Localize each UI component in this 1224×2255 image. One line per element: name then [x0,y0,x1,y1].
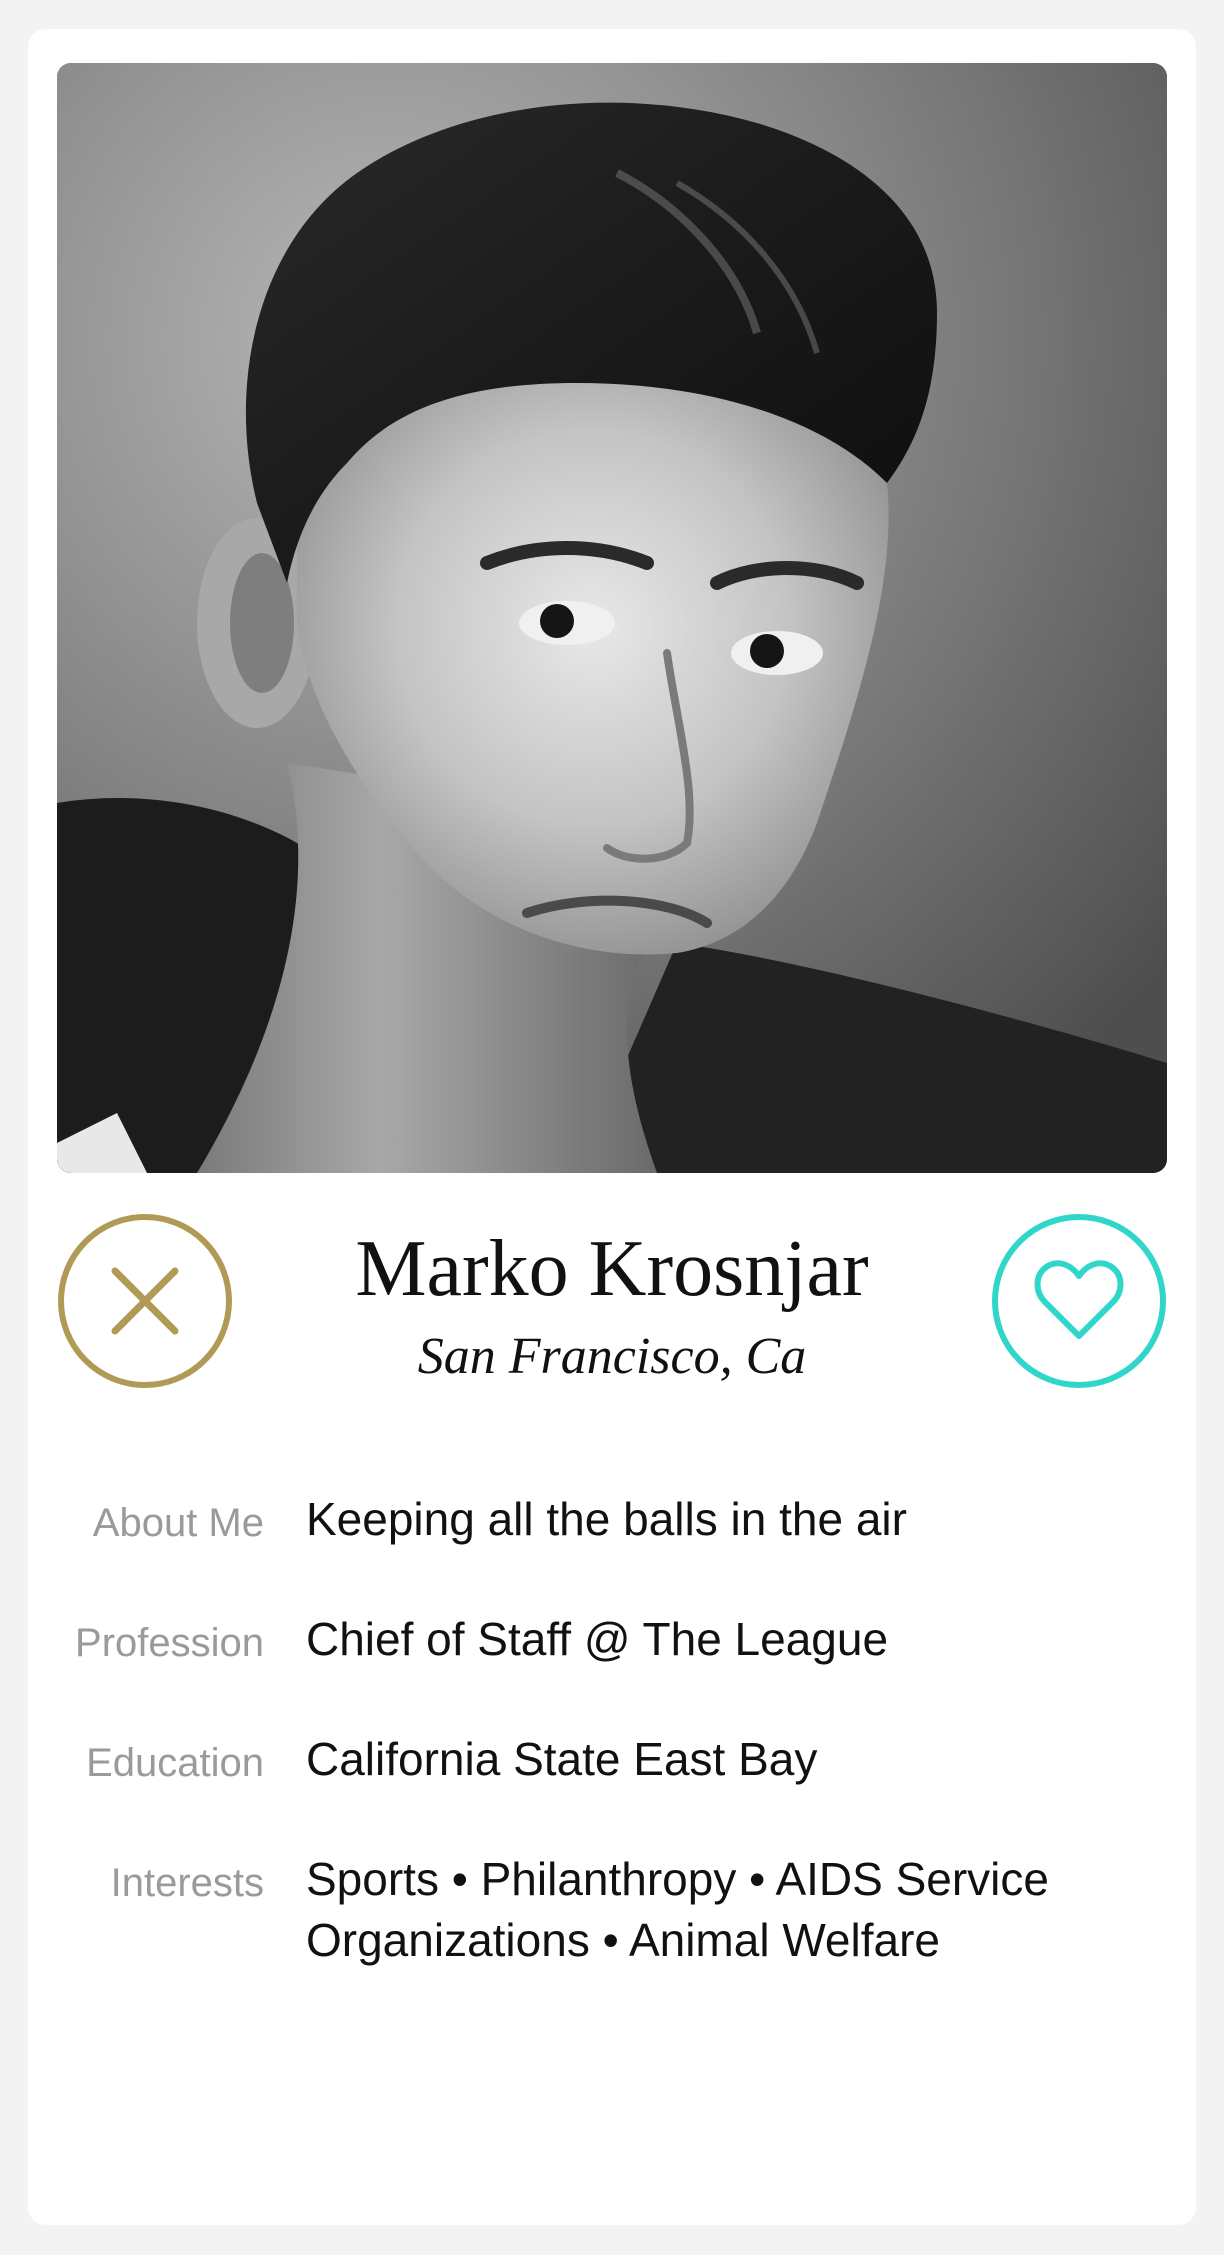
detail-row-education: Education California State East Bay [28,1729,1196,1793]
profile-location: San Francisco, Ca [417,1328,807,1385]
detail-row-profession: Profession Chief of Staff @ The League [28,1609,1196,1673]
like-button[interactable] [992,1214,1166,1388]
close-icon [111,1267,179,1335]
reject-button[interactable] [58,1214,232,1388]
profile-name: Marko Krosnjar [355,1225,869,1313]
detail-label: Profession [75,1621,264,1665]
detail-value: Chief of Staff @ The League [306,1613,889,1665]
profile-details: About Me Keeping all the balls in the ai… [28,1489,1196,2027]
detail-value: California State East Bay [306,1733,818,1785]
detail-row-interests: Interests Sports • Philanthropy • AIDS S… [28,1849,1196,1971]
detail-row-about-me: About Me Keeping all the balls in the ai… [28,1489,1196,1553]
profile-photo [57,63,1167,1173]
profile-card: Marko Krosnjar San Francisco, Ca About M… [28,29,1196,2225]
detail-label: Education [86,1741,264,1785]
detail-label: Interests [110,1861,264,1905]
detail-value: Keeping all the balls in the air [306,1493,907,1545]
detail-label: About Me [92,1501,264,1545]
detail-value: Sports • Philanthropy • AIDS Service Org… [306,1853,1049,1966]
heart-icon [1034,1260,1124,1339]
